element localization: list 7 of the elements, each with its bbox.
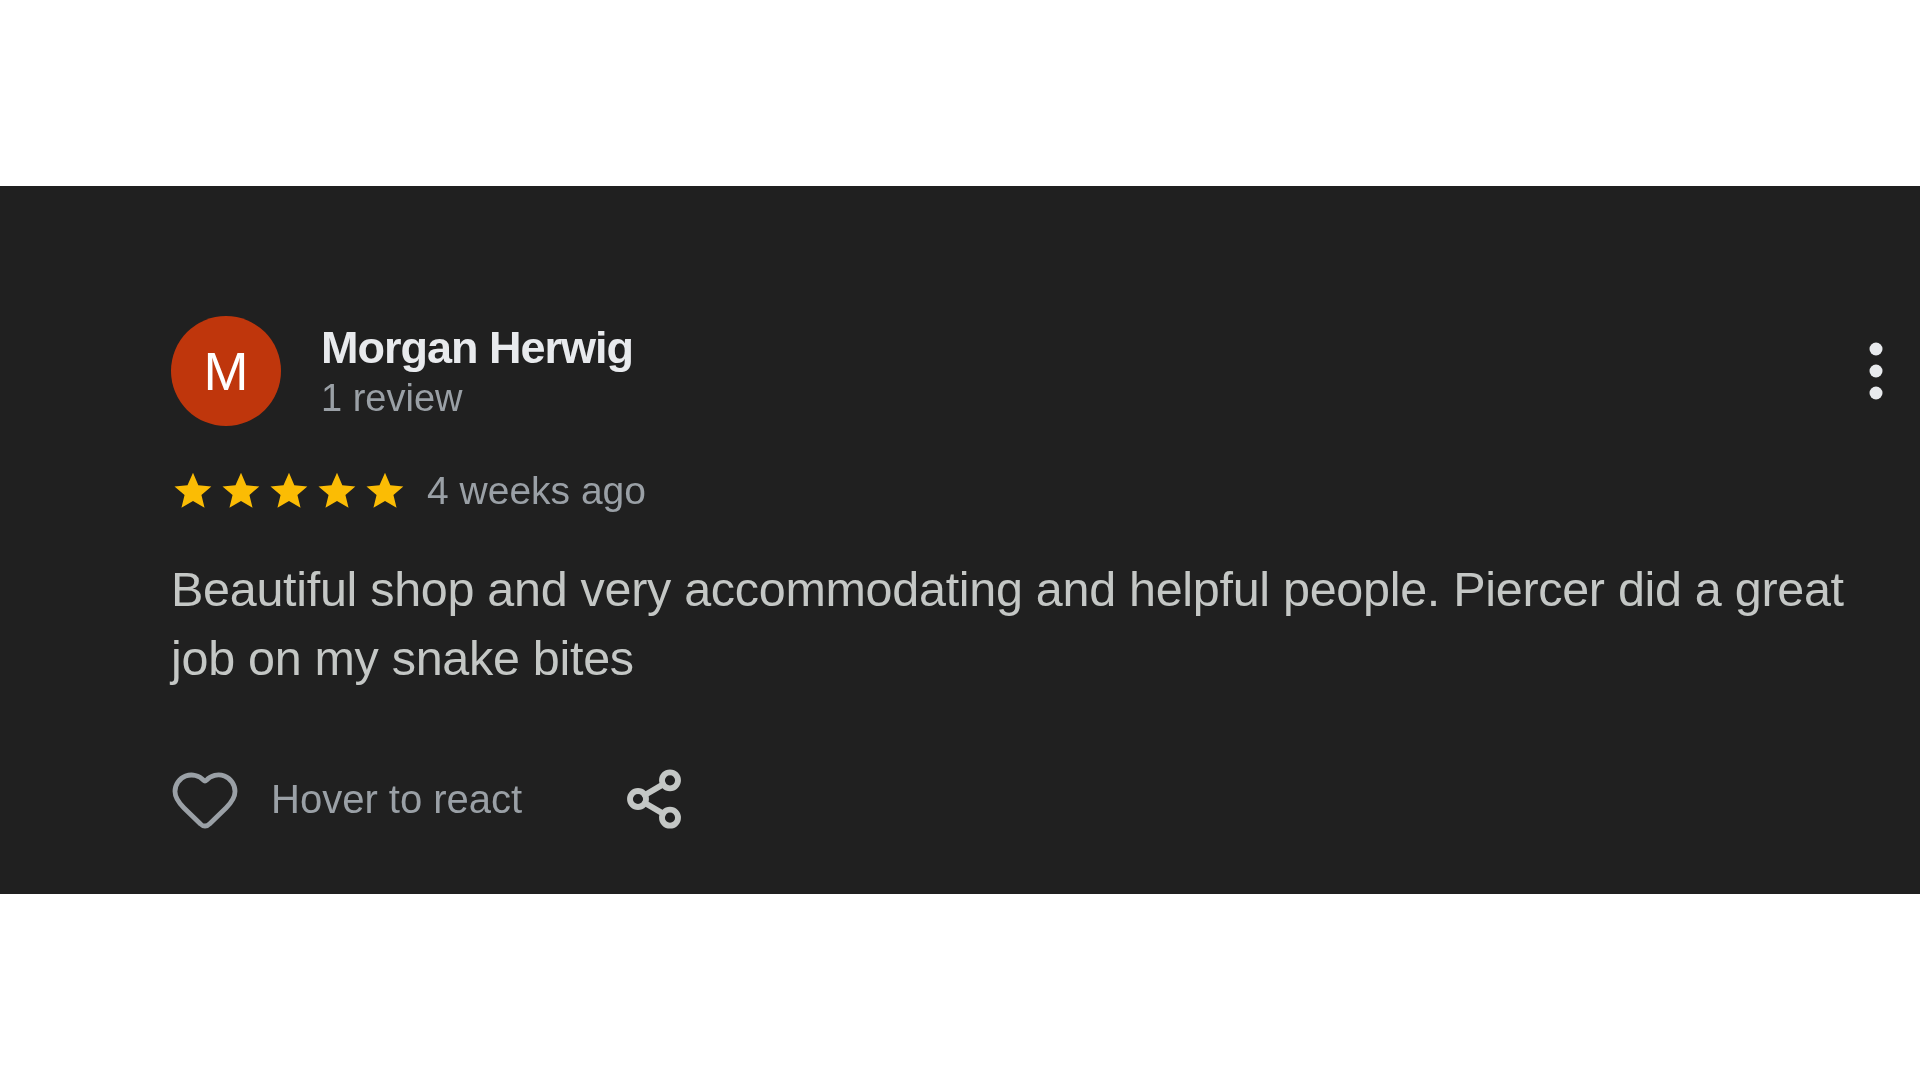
vertical-dots-icon <box>1869 342 1883 400</box>
review-count[interactable]: 1 review <box>321 375 634 421</box>
author-name[interactable]: Morgan Herwig <box>321 321 634 375</box>
avatar[interactable]: M <box>171 316 281 426</box>
review-text: Beautiful shop and very accommodating and helpful people. Piercer did a great job on my snake bites <box>171 560 1845 687</box>
review-time: 4 weeks ago <box>427 468 646 514</box>
react-label[interactable]: Hover to react <box>271 768 523 829</box>
